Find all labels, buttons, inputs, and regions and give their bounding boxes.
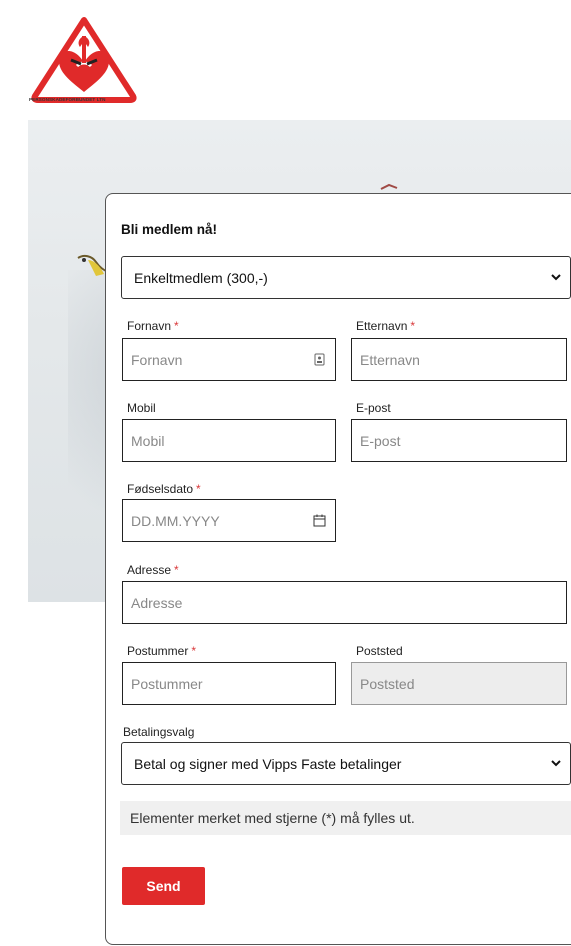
etternavn-placeholder: Etternavn (360, 351, 420, 368)
chevron-down-icon (551, 274, 561, 281)
payment-select-value: Betal og signer med Vipps Faste betaling… (134, 755, 402, 772)
chevron-down-icon (551, 760, 561, 767)
epost-input[interactable]: E-post (351, 419, 567, 462)
epost-placeholder: E-post (360, 432, 401, 449)
fodselsdato-label: Fødselsdato * (127, 482, 201, 496)
contact-card-icon (314, 353, 325, 366)
adresse-label: Adresse * (127, 563, 179, 577)
poststed-label: Poststed (356, 644, 403, 658)
form-title: Bli medlem nå! (121, 222, 218, 237)
payment-select[interactable]: Betal og signer med Vipps Faste betaling… (121, 742, 571, 785)
membership-select[interactable]: Enkeltmedlem (300,-) (121, 256, 571, 299)
etternavn-input[interactable]: Etternavn (351, 338, 567, 381)
postnummer-input[interactable]: Postummer (122, 662, 336, 705)
etternavn-label: Etternavn * (356, 319, 416, 333)
fodselsdato-input[interactable]: DD.MM.YYYY (122, 499, 336, 542)
fornavn-input[interactable]: Fornavn (122, 338, 336, 381)
fodselsdato-placeholder: DD.MM.YYYY (131, 512, 220, 529)
postnummer-label: Postummer * (127, 644, 197, 658)
mobil-input[interactable]: Mobil (122, 419, 336, 462)
calendar-icon[interactable] (313, 514, 326, 527)
fornavn-placeholder: Fornavn (131, 351, 183, 368)
mobil-label: Mobil (127, 401, 156, 415)
required-fields-note: Elementer merket med stjerne (*) må fyll… (120, 801, 571, 835)
epost-label: E-post (356, 401, 391, 415)
membership-select-value: Enkeltmedlem (300,-) (134, 269, 268, 286)
adresse-placeholder: Adresse (131, 594, 183, 611)
postnummer-placeholder: Postummer (131, 675, 203, 692)
adresse-input[interactable]: Adresse (122, 581, 567, 624)
bird-icon (380, 183, 398, 190)
payment-label: Betalingsvalg (123, 725, 195, 739)
poststed-input: Poststed (351, 662, 567, 705)
site-header: PERSONSKADEFORBUNDET LTN (0, 0, 571, 118)
poststed-placeholder: Poststed (360, 675, 415, 692)
fornavn-label: Fornavn * (127, 319, 179, 333)
send-button[interactable]: Send (122, 867, 205, 905)
mobil-placeholder: Mobil (131, 432, 165, 449)
logo-text: PERSONSKADEFORBUNDET LTN (29, 97, 106, 102)
